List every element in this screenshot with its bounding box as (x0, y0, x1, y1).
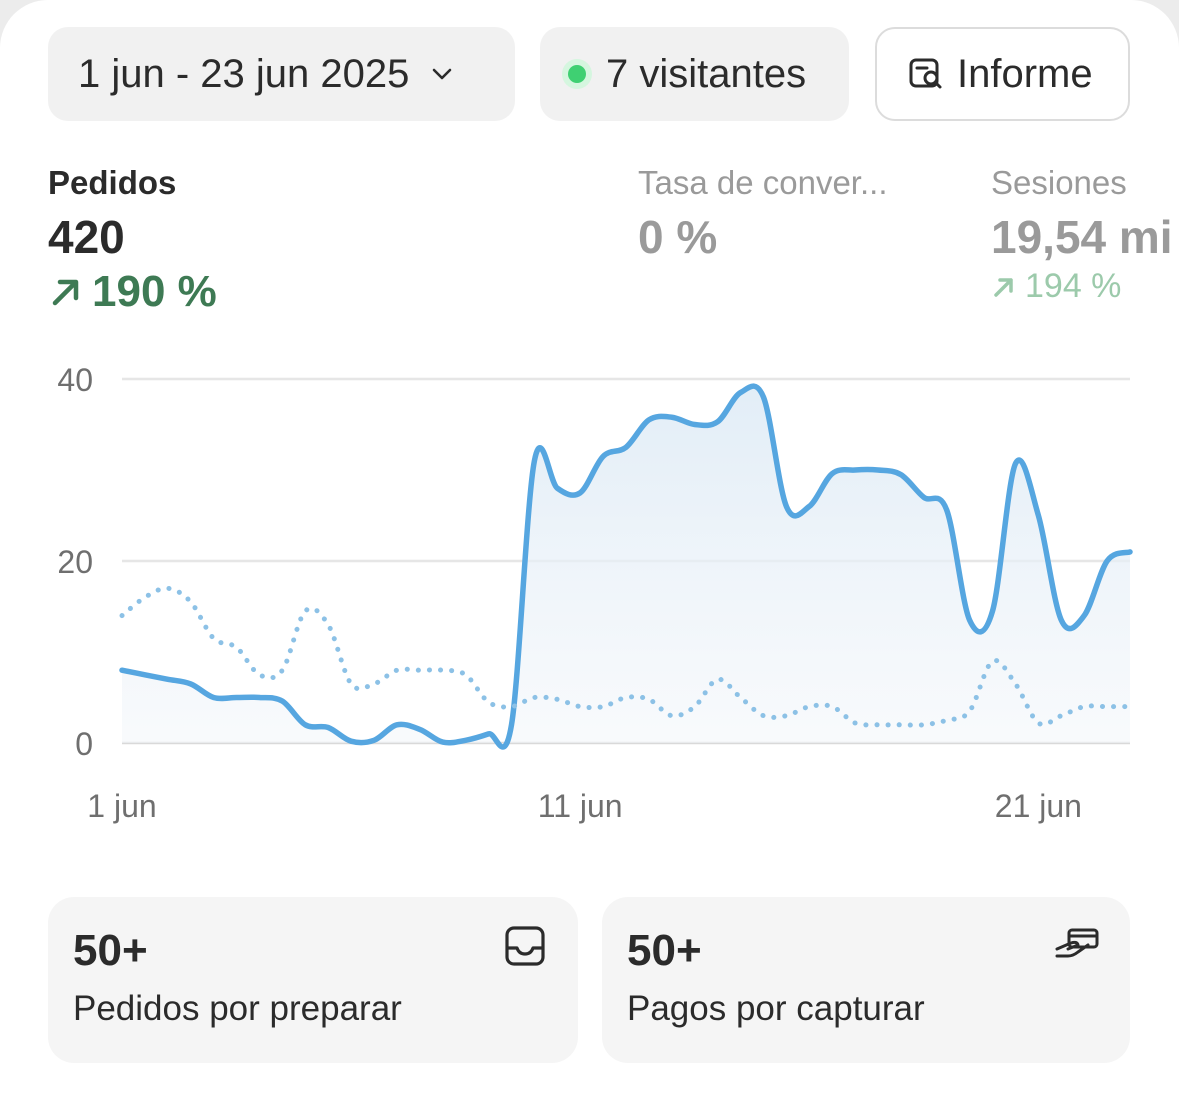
date-range-label: 1 jun - 23 jun 2025 (78, 51, 410, 96)
tile-label: Pedidos por preparar (73, 989, 402, 1028)
report-label: Informe (957, 51, 1093, 96)
metric-conversion-rate[interactable]: Tasa de conver... 0 % (638, 163, 887, 265)
visitors-count: 7 visitantes (606, 51, 807, 96)
metric-label: Pedidos (48, 164, 177, 201)
report-search-icon (907, 55, 945, 93)
metric-value: 0 % (638, 211, 718, 263)
arrow-up-right-icon (52, 279, 79, 306)
y-tick-label: 0 (75, 726, 93, 762)
metric-label: Tasa de conver... (638, 164, 888, 201)
orders-to-fulfill-card[interactable]: 50+ Pedidos por preparar (48, 897, 578, 1063)
metric-orders[interactable]: Pedidos 420 190 % (48, 163, 217, 317)
metric-sessions[interactable]: Sesiones 19,54 mi 194 % (991, 163, 1173, 306)
metric-delta-value: 190 % (92, 267, 217, 316)
arrow-up-right-icon (994, 277, 1013, 297)
metric-label: Sesiones (991, 164, 1127, 201)
live-status-icon (562, 59, 592, 89)
orders-line-chart: 0 20 40 1 jun 11 jun 21 jun (57, 362, 1133, 824)
x-tick-label: 21 jun (995, 788, 1082, 824)
payments-to-capture-card[interactable]: 50+ Pagos por capturar (602, 897, 1130, 1063)
metric-delta: 194 % (991, 267, 1173, 306)
report-button[interactable]: Informe (875, 27, 1130, 121)
inbox-icon (505, 926, 545, 966)
metric-value: 19,54 mi (991, 211, 1173, 263)
chevron-down-icon (429, 61, 455, 87)
analytics-card: 1 jun - 23 jun 2025 7 visitantes Informe… (0, 0, 1179, 1096)
x-tick-label: 11 jun (538, 788, 623, 824)
tile-label: Pagos por capturar (627, 989, 925, 1028)
payment-hand-icon (1055, 928, 1099, 958)
metric-value: 420 (48, 211, 125, 263)
live-visitors-button[interactable]: 7 visitantes (540, 27, 849, 121)
metric-delta: 190 % (48, 267, 217, 317)
y-tick-label: 40 (57, 362, 93, 398)
date-range-selector[interactable]: 1 jun - 23 jun 2025 (48, 27, 515, 121)
metric-delta-value: 194 % (1025, 267, 1122, 305)
y-tick-label: 20 (57, 544, 93, 580)
x-tick-label: 1 jun (87, 788, 156, 824)
series-area (122, 386, 1130, 747)
